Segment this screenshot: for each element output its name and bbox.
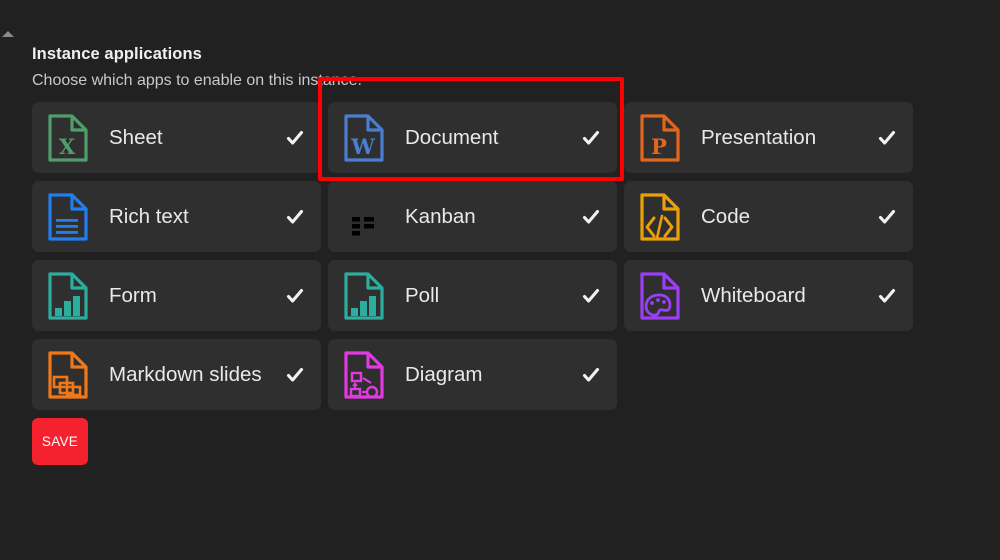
instance-applications-page: Instance applications Choose which apps … [0, 0, 1000, 560]
poll-bars-document-icon [341, 271, 387, 321]
diagram-flowchart-document-icon [341, 350, 387, 400]
enabled-check-icon[interactable] [285, 286, 305, 306]
app-card-label: Rich text [109, 204, 189, 228]
whiteboard-palette-document-icon [637, 271, 683, 321]
app-card-presentation[interactable]: P Presentation [624, 102, 913, 173]
enabled-check-icon[interactable] [581, 365, 601, 385]
enabled-check-icon[interactable] [581, 128, 601, 148]
app-card-label: Poll [405, 283, 440, 307]
app-card-rich-text[interactable]: Rich text [32, 181, 321, 252]
app-card-label: Document [405, 125, 499, 149]
save-button[interactable]: SAVE [32, 418, 88, 465]
enabled-check-icon[interactable] [877, 128, 897, 148]
enabled-check-icon[interactable] [285, 128, 305, 148]
enabled-check-icon[interactable] [877, 207, 897, 227]
app-card-label: Whiteboard [701, 283, 806, 307]
app-card-kanban[interactable]: Kanban [328, 181, 617, 252]
svg-text:W: W [350, 134, 375, 159]
enabled-check-icon[interactable] [285, 207, 305, 227]
app-cards-grid: X Sheet W Document P Presentation Rich text Kan… [32, 102, 914, 410]
kanban-board-document-icon [341, 192, 387, 242]
svg-text:X: X [59, 134, 76, 159]
app-card-label: Kanban [405, 204, 476, 228]
markdown-slides-document-icon [45, 350, 91, 400]
enabled-check-icon[interactable] [581, 286, 601, 306]
code-brackets-document-icon [637, 192, 683, 242]
app-card-markdown-slides[interactable]: Markdown slides [32, 339, 321, 410]
app-card-label: Markdown slides [109, 362, 262, 386]
enabled-check-icon[interactable] [877, 286, 897, 306]
svg-text:P: P [651, 134, 667, 159]
presentation-p-document-icon: P [637, 113, 683, 163]
page-title: Instance applications [32, 45, 202, 63]
app-card-poll[interactable]: Poll [328, 260, 617, 331]
sheet-x-document-icon: X [45, 113, 91, 163]
app-card-label: Sheet [109, 125, 163, 149]
rich-text-lines-document-icon [45, 192, 91, 242]
enabled-check-icon[interactable] [581, 207, 601, 227]
app-card-whiteboard[interactable]: Whiteboard [624, 260, 913, 331]
app-card-code[interactable]: Code [624, 181, 913, 252]
app-card-label: Diagram [405, 362, 483, 386]
page-subtitle: Choose which apps to enable on this inst… [32, 72, 362, 89]
scroll-up-caret-icon[interactable] [2, 31, 14, 37]
app-card-sheet[interactable]: X Sheet [32, 102, 321, 173]
app-card-form[interactable]: Form [32, 260, 321, 331]
form-bars-document-icon [45, 271, 91, 321]
word-w-document-icon: W [341, 113, 387, 163]
app-card-label: Form [109, 283, 157, 307]
app-card-diagram[interactable]: Diagram [328, 339, 617, 410]
app-card-label: Presentation [701, 125, 817, 149]
app-card-label: Code [701, 204, 751, 228]
enabled-check-icon[interactable] [285, 365, 305, 385]
app-card-document[interactable]: W Document [328, 102, 617, 173]
